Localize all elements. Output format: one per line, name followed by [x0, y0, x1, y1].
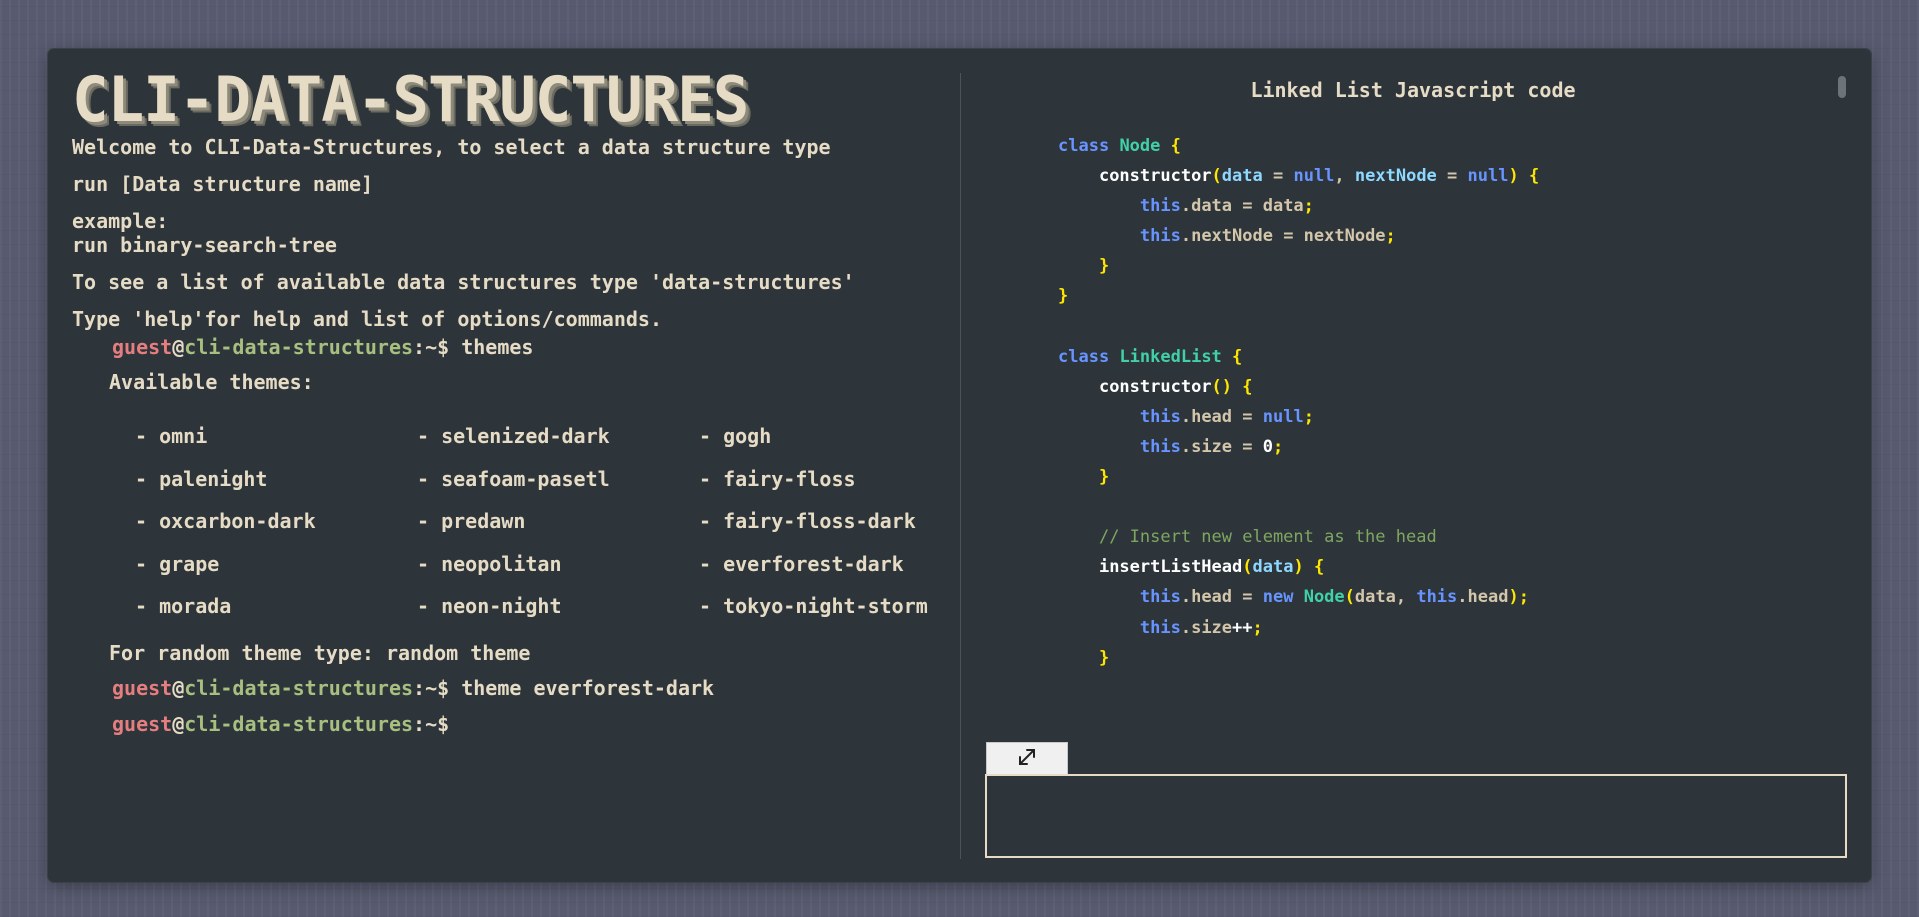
prompt-host: cli-data-structures — [184, 675, 414, 700]
list-item: - predawn — [417, 509, 526, 533]
prompt-path: :~$ — [413, 675, 450, 700]
list-item: - everforest-dark — [699, 551, 904, 576]
app-logo: CLI-DATA-STRUCTURES — [72, 69, 954, 135]
intro-data-structures-hint: To see a list of available data structur… — [72, 270, 855, 294]
prompt-path: :~$ — [413, 711, 450, 736]
expand-button[interactable] — [986, 742, 1068, 775]
code-scrollbar[interactable] — [1838, 76, 1846, 98]
prompt-line: guest@cli-data-structures:~$ themes — [72, 329, 972, 365]
intro-example-label: example: — [72, 209, 169, 233]
list-item: - fairy-floss — [699, 466, 856, 491]
list-item: - morada — [135, 594, 232, 618]
list-item: - oxcarbon-dark — [135, 509, 316, 533]
themes-list: - omni - selenized-dark - gogh - palenig… — [72, 415, 972, 628]
intro-run: run [Data structure name] — [72, 172, 374, 196]
list-item: - seafoam-pasetl — [417, 466, 610, 491]
prompt-path: :~$ — [413, 335, 450, 359]
list-item: - selenized-dark — [417, 424, 610, 448]
command-text: themes — [461, 335, 534, 359]
prompt-user: guest — [112, 335, 173, 359]
random-theme-hint: For random theme type: random theme — [109, 640, 531, 665]
prompt-host: cli-data-structures — [184, 711, 414, 736]
intro-welcome: Welcome to CLI-Data-Structures, to selec… — [72, 135, 831, 159]
active-prompt-line[interactable]: guest@cli-data-structures:~$ — [72, 706, 972, 742]
code-block: class Node { constructor(data = null, ne… — [1058, 136, 1540, 668]
list-item: - palenight — [135, 466, 268, 491]
panel-divider — [960, 73, 961, 859]
expand-arrows-icon — [1016, 746, 1038, 772]
list-item: - tokyo-night-storm — [699, 594, 928, 618]
prompt-user: guest — [112, 675, 173, 700]
command-text: theme everforest-dark — [461, 675, 715, 700]
prompt-at: @ — [172, 675, 185, 700]
list-item: - fairy-floss-dark — [699, 509, 916, 533]
intro-example-command: run binary-search-tree — [72, 233, 337, 257]
intro-help-hint: Type 'help'for help and list of options/… — [72, 307, 663, 331]
code-panel-title: Linked List Javascript code — [1250, 78, 1576, 102]
code-panel[interactable]: Linked List Javascript code class Node {… — [985, 61, 1841, 729]
prompt-host: cli-data-structures — [184, 335, 414, 359]
visualization-panel — [985, 774, 1847, 858]
list-item: - gogh — [699, 424, 772, 448]
prompt-at: @ — [172, 335, 185, 359]
list-item: - neon-night — [417, 594, 562, 618]
prompt-line: guest@cli-data-structures:~$ theme everf… — [72, 670, 972, 706]
app-window: CLI-DATA-STRUCTURES Welcome to CLI-Data-… — [48, 49, 1871, 882]
list-item: - neopolitan — [417, 551, 562, 576]
terminal[interactable]: CLI-DATA-STRUCTURES Welcome to CLI-Data-… — [72, 69, 972, 859]
prompt-user: guest — [112, 711, 173, 736]
list-item: - grape — [135, 551, 220, 576]
available-themes-label: Available themes: — [109, 370, 314, 394]
list-item: - omni — [135, 424, 208, 448]
prompt-at: @ — [172, 711, 185, 736]
